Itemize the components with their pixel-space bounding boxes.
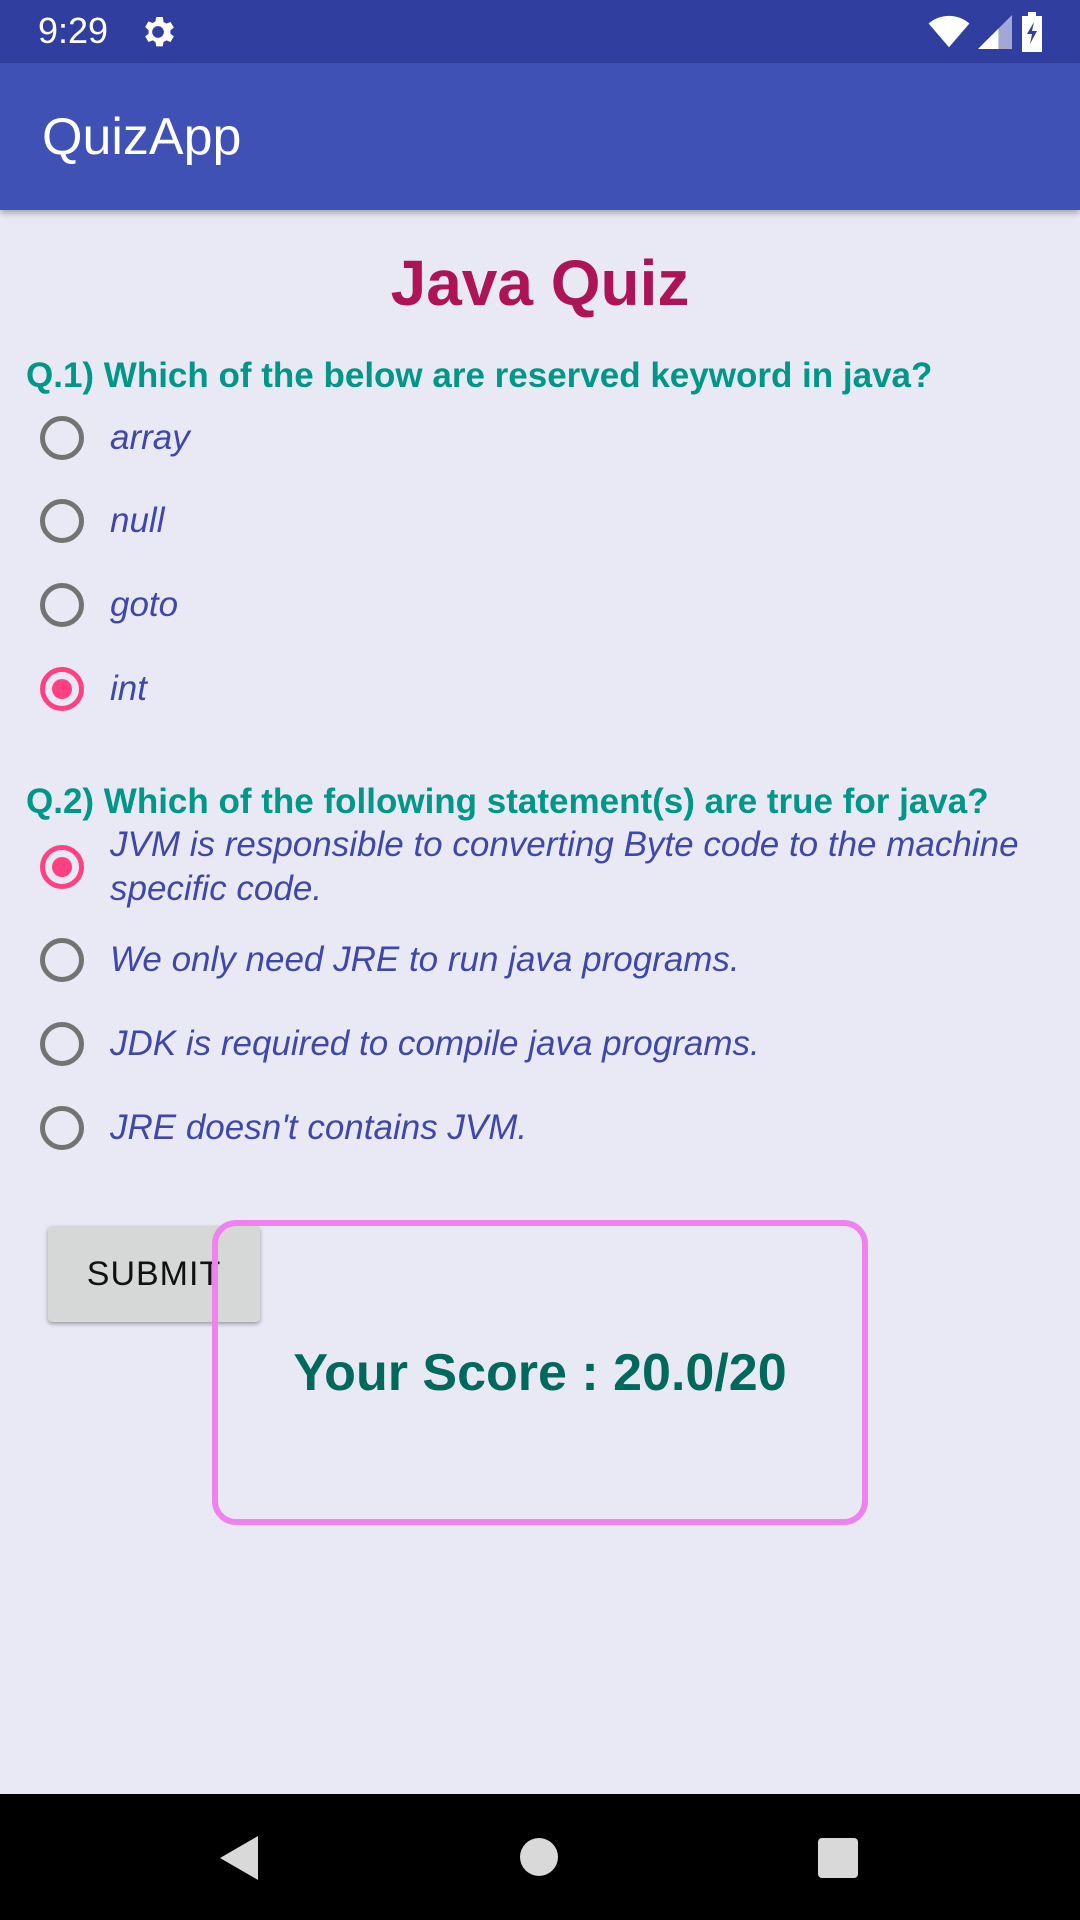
- status-time: 9:29: [38, 10, 109, 51]
- radio-button[interactable]: [40, 938, 84, 982]
- radio-button[interactable]: [40, 845, 84, 889]
- radio-button[interactable]: [40, 667, 84, 711]
- status-icons: [928, 12, 1044, 52]
- option-label: JDK is required to compile java programs…: [110, 1024, 760, 1063]
- status-bar: 9:29: [0, 0, 1080, 63]
- option-label: goto: [110, 585, 179, 624]
- score-box: Your Score : 20.0/20: [212, 1220, 868, 1525]
- score-text: Your Score : 20.0/20: [293, 1343, 787, 1402]
- radio-button[interactable]: [40, 499, 84, 543]
- cell-signal-icon: [978, 15, 1012, 49]
- radio-button[interactable]: [40, 416, 84, 460]
- question-1-text: Q.1) Which of the below are reserved key…: [26, 356, 933, 395]
- app-bar: QuizApp: [0, 63, 1080, 210]
- radio-button[interactable]: [40, 1106, 84, 1150]
- back-icon[interactable]: [218, 1834, 260, 1882]
- navigation-bar: [0, 1794, 1080, 1920]
- wifi-icon: [928, 15, 970, 48]
- recent-apps-icon[interactable]: [818, 1838, 858, 1878]
- radio-button[interactable]: [40, 583, 84, 627]
- option-label: array: [110, 418, 190, 457]
- question-2-text: Q.2) Which of the following statement(s)…: [26, 782, 989, 821]
- radio-button[interactable]: [40, 1022, 84, 1066]
- home-icon[interactable]: [520, 1838, 558, 1876]
- battery-charging-icon: [1022, 12, 1042, 52]
- quiz-title: Java Quiz: [390, 247, 690, 319]
- gear-icon: [145, 17, 174, 47]
- option-label: int: [110, 669, 147, 708]
- option-label: null: [110, 501, 165, 540]
- app-title: QuizApp: [42, 108, 242, 166]
- option-label: We only need JRE to run java programs.: [110, 940, 740, 979]
- option-label: JRE doesn't contains JVM.: [110, 1108, 528, 1147]
- option-label: JVM is responsible to converting Byte co…: [110, 825, 1019, 908]
